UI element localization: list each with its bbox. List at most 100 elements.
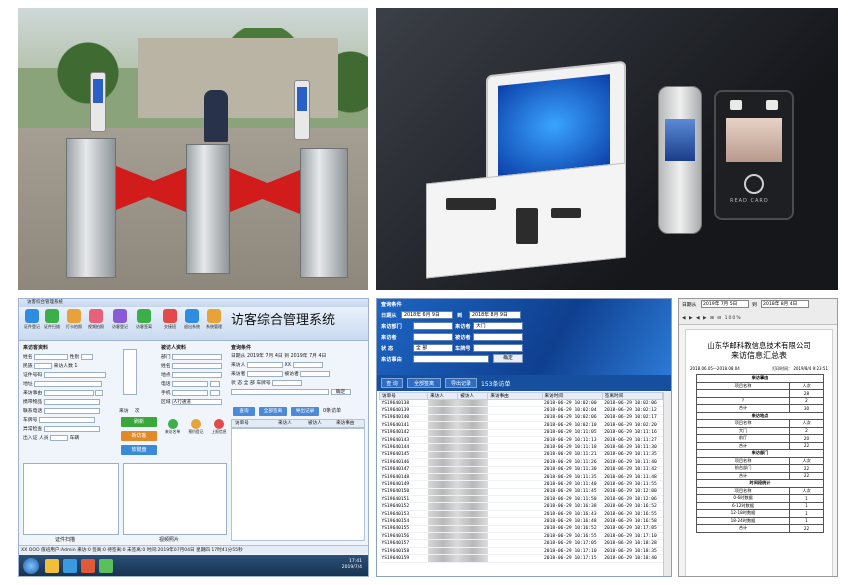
shortcut-icons: 来访名单 预约登记 上报信息 [165, 419, 235, 435]
pass-person-input[interactable] [50, 434, 69, 441]
area-select[interactable]: 人行通道 [172, 398, 223, 405]
id-number-input[interactable] [43, 371, 106, 378]
confirm-button[interactable]: 确定 [493, 354, 523, 363]
report-info-icon[interactable]: 上报信息 [211, 419, 227, 435]
table-header-row: 访单号 来访人 被访人 来访事由 来访时间 签离时间 [378, 392, 664, 400]
phone-more-button[interactable] [209, 380, 220, 387]
toolbar-btn-0[interactable]: 证件登记 [23, 309, 41, 330]
gender-select[interactable] [80, 353, 93, 360]
query-button[interactable]: 查 询 [381, 378, 403, 388]
toolbar-btn-1[interactable]: 证件扫描 [43, 309, 61, 330]
export-button[interactable]: 导出记录 [291, 407, 319, 416]
reason-more-button[interactable] [95, 389, 104, 396]
table-row[interactable]: YS19640159 2018-06-29 10:17:15 2018-06-29 … [379, 554, 663, 563]
host-name-select[interactable] [172, 362, 223, 369]
toolbar-btn-8[interactable]: 系统管理 [205, 309, 223, 330]
gate-select[interactable]: 大门 [473, 322, 523, 330]
new-visitor-button[interactable]: 新访客 [121, 431, 157, 441]
date-from-picker[interactable]: 2019年 7月 4日 [247, 354, 283, 359]
toolbar-btn-6[interactable]: 交接班 [161, 309, 179, 330]
visitor-input[interactable] [413, 333, 453, 341]
address-input[interactable] [34, 380, 103, 387]
sign-out-all-button[interactable]: 全部签离 [407, 378, 441, 388]
toolbar-btn-2[interactable]: 打卡拍照 [65, 309, 83, 330]
query-button[interactable]: 查询 [233, 407, 255, 416]
table-row[interactable]: YS19640138 2018-06-29 10:02:00 2018-06-29 … [379, 399, 663, 408]
table-row[interactable]: YS19640154 2018-06-29 10:16:48 2018-06-29 … [379, 517, 663, 526]
reason-input[interactable] [413, 355, 489, 363]
plate-query-input[interactable] [272, 379, 303, 386]
report-row: 合计 22 [695, 441, 824, 450]
taskbar-app[interactable] [81, 559, 95, 573]
ethnicity-input[interactable] [34, 362, 53, 369]
taskbar-app[interactable] [45, 559, 59, 573]
visitor-dept-select[interactable] [292, 361, 323, 368]
table-row[interactable]: YS19640143 2018-06-29 10:11:13 2018-06-29 … [379, 436, 663, 445]
host-mobile-input[interactable] [172, 389, 209, 396]
table-row[interactable]: YS19640156 2018-06-29 10:16:55 2018-06-29 … [379, 532, 663, 541]
visit-table-body[interactable] [231, 428, 365, 541]
reason-query-input[interactable] [231, 388, 329, 395]
confirm-button[interactable]: 确定 [330, 388, 351, 395]
table-row[interactable]: YS19640151 2018-06-29 10:11:50 2018-06-29 … [379, 495, 663, 504]
refresh-button[interactable]: 刷新 [121, 417, 157, 427]
table-row[interactable]: YS19640145 2018-06-29 10:11:21 2018-06-29 … [379, 451, 663, 460]
date-from-picker[interactable]: 2018年 6月 9日 [401, 311, 453, 319]
visit-count: 来访 次 [119, 409, 140, 414]
start-button[interactable] [23, 558, 39, 574]
date-to-picker[interactable]: 2019年 7月 4日 [291, 354, 327, 359]
toolbar-btn-3[interactable]: 视频拍照 [87, 309, 105, 330]
export-records-button[interactable]: 导出记录 [445, 378, 477, 388]
visited-query-input[interactable] [300, 370, 331, 377]
table-row[interactable]: YS19640139 2018-06-29 10:02:04 2018-06-29 … [379, 406, 663, 415]
date-to-picker[interactable]: 2018年 8月 9日 [469, 311, 521, 319]
toolbar-btn-4[interactable]: 访客登记 [111, 309, 129, 330]
visited-form: 部门 姓名 地点 电话 手机 区域 人行通道 [161, 353, 231, 407]
table-row[interactable]: YS19640153 2018-06-29 10:16:43 2018-06-29 … [379, 510, 663, 519]
department-select[interactable] [172, 353, 223, 360]
name-input[interactable] [34, 353, 69, 360]
status-select[interactable]: 全 部 [413, 344, 453, 352]
table-row[interactable]: YS19640146 2018-06-29 10:11:26 2018-06-29 … [379, 458, 663, 467]
taskbar-app[interactable] [99, 559, 113, 573]
report-toolbar[interactable]: ◀ ▶ ◀ ▶ ⊞ ⊟ 100% [679, 313, 837, 325]
visit-reason-input[interactable] [43, 389, 94, 396]
table-row[interactable]: YS19640148 2018-06-29 10:11:35 2018-06-29 … [379, 473, 663, 482]
location-input[interactable] [172, 371, 223, 378]
toolbar-btn-5[interactable]: 访客签离 [135, 309, 153, 330]
host-phone-input[interactable] [172, 380, 209, 387]
abnormal-check-input[interactable] [43, 425, 100, 432]
table-row[interactable]: YS19640140 2018-06-29 10:02:06 2018-06-29 … [379, 414, 663, 423]
print-time: 打印时间： 2019/8/4 9:23:51 [772, 366, 828, 371]
table-row[interactable]: YS19640158 2018-06-29 10:17:10 2018-06-29 … [379, 547, 663, 556]
table-row[interactable]: YS19640155 2018-06-29 10:16:52 2018-06-29 … [379, 525, 663, 534]
visitor-list-icon[interactable]: 来访名单 [165, 419, 180, 435]
plate-input[interactable] [473, 344, 523, 352]
soft-keyboard-button[interactable]: 软键盘 [121, 445, 157, 455]
dept-select[interactable] [413, 322, 453, 330]
table-row[interactable]: YS19640149 2018-06-29 10:11:40 2018-06-29 … [379, 480, 663, 489]
items-input[interactable] [43, 398, 100, 405]
host-input[interactable] [473, 333, 523, 341]
vertical-scrollbar[interactable] [663, 392, 671, 576]
reservation-icon[interactable]: 预约登记 [188, 419, 203, 435]
table-row[interactable]: YS19640152 2018-06-29 10:16:38 2018-06-29 … [379, 502, 663, 511]
card-reader-pad: READ CARD [714, 90, 794, 220]
sign-out-all-button[interactable]: 全部签离 [259, 407, 287, 416]
table-row[interactable]: YS19640150 2018-06-29 10:11:45 2018-06-29 … [379, 488, 663, 497]
plate-input[interactable] [38, 416, 95, 423]
phone-input[interactable] [43, 407, 100, 414]
status-select[interactable]: 全 部 [244, 381, 255, 386]
mobile-more-button[interactable] [209, 389, 220, 396]
table-row[interactable]: YS19640147 2018-06-29 10:11:30 2018-06-29 … [379, 466, 663, 474]
visitor-query-input[interactable] [246, 370, 283, 377]
toolbar-btn-7[interactable]: 退出系统 [183, 309, 201, 330]
table-row[interactable]: YS19640141 2018-06-29 10:02:10 2018-06-29 … [379, 421, 663, 430]
table-row[interactable]: YS19640142 2018-06-29 10:11:05 2018-06-29 … [379, 429, 663, 437]
report-date-to[interactable]: 2018年 8月 4日 [761, 300, 809, 308]
report-date-from[interactable]: 2019年 7月 5日 [701, 300, 749, 308]
taskbar-app[interactable] [63, 559, 77, 573]
table-row[interactable]: YS19640157 2018-06-29 10:17:05 2018-06-29 … [379, 539, 663, 548]
dept-label: 来访部门 [381, 324, 402, 330]
table-row[interactable]: YS19640144 2018-06-29 10:11:18 2018-06-29 … [379, 443, 663, 452]
